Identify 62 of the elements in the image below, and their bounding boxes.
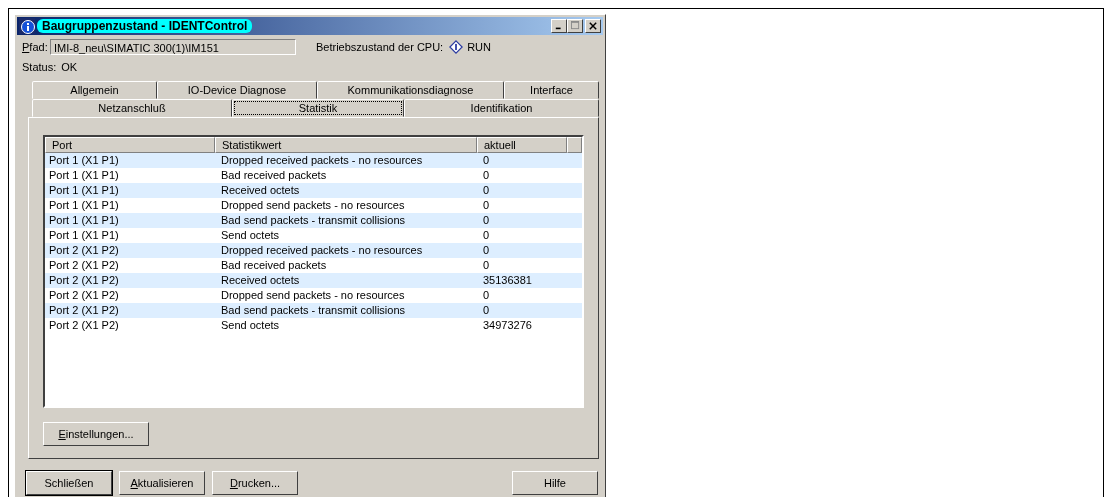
dialog-button[interactable]: Schließen xyxy=(26,471,112,495)
column-header[interactable]: aktuell xyxy=(477,136,567,153)
table-cell-text: 0 xyxy=(482,227,491,243)
tab[interactable]: Interface xyxy=(504,80,599,99)
tab[interactable]: Kommunikationsdiagnose xyxy=(317,80,504,99)
table-cell-text: Port 2 (X1 P2) xyxy=(48,302,120,318)
window-title: Baugruppenzustand - IDENTControl xyxy=(37,18,253,33)
table-cell-text: Port 1 (X1 P1) xyxy=(48,212,120,228)
table-cell-text: 0 xyxy=(482,182,491,198)
table-cell-text: Port 1 (X1 P1) xyxy=(48,167,120,183)
help-button[interactable]: Hilfe xyxy=(512,471,598,495)
table-cell-text: 0 xyxy=(482,197,491,213)
table-cell-text: Port 2 (X1 P2) xyxy=(48,317,120,333)
table-cell-text: Bad received packets xyxy=(220,167,328,183)
cpu-state-value: RUN xyxy=(467,41,491,54)
table-cell-text: Port 2 (X1 P2) xyxy=(48,272,120,288)
info-icon xyxy=(19,17,35,34)
table-cell-text: Bad send packets - transmit collisions xyxy=(220,212,407,228)
table-cell-text: Send octets xyxy=(220,227,281,243)
maximize-button[interactable] xyxy=(567,18,583,33)
column-header[interactable]: Port xyxy=(45,136,215,153)
close-button[interactable] xyxy=(585,18,601,33)
table-cell-text: 0 xyxy=(482,302,491,318)
table-cell-text: Received octets xyxy=(220,272,301,288)
dialog-button[interactable]: Drucken... xyxy=(212,471,298,495)
table-cell-text: Port 2 (X1 P2) xyxy=(48,242,120,258)
table-cell-text: 35136381 xyxy=(482,272,533,288)
table-cell-text: 0 xyxy=(482,242,491,258)
table-cell-text: Bad send packets - transmit collisions xyxy=(220,302,407,318)
run-state-icon xyxy=(449,40,464,55)
path-label: Pfad: xyxy=(22,41,49,54)
table-cell-text: Send octets xyxy=(220,317,281,333)
cpu-state-label: Betriebszustand der CPU: xyxy=(316,41,444,54)
table-cell-text: Port 2 (X1 P2) xyxy=(48,257,120,273)
table-cell-text: 0 xyxy=(482,287,491,303)
settings-button[interactable]: Einstellungen... xyxy=(43,421,149,446)
table-cell-text: Port 1 (X1 P1) xyxy=(48,182,120,198)
dialog-button[interactable]: Aktualisieren xyxy=(119,471,205,495)
table-cell-text: Received octets xyxy=(220,182,301,198)
table-cell-text: Port 1 (X1 P1) xyxy=(48,227,120,243)
table-cell-text: Port 1 (X1 P1) xyxy=(48,197,120,213)
table-cell-text: 0 xyxy=(482,257,491,273)
table-cell-text: Port 2 (X1 P2) xyxy=(48,287,120,303)
table-cell-text: Port 1 (X1 P1) xyxy=(48,152,120,168)
table-cell-text: 0 xyxy=(482,152,491,168)
table-cell-text: Dropped send packets - no resources xyxy=(220,197,406,213)
table-cell-text: Bad received packets xyxy=(220,257,328,273)
status-label: Status: xyxy=(22,61,57,75)
table-cell-text: 34973276 xyxy=(482,317,533,333)
close-icon xyxy=(589,21,597,30)
tab[interactable]: Allgemein xyxy=(32,80,157,99)
table-cell-text: Dropped received packets - no resources xyxy=(220,152,424,168)
maximize-icon xyxy=(570,21,580,31)
path-field[interactable]: IMI-8_neu\SIMATIC 300(1)\IM151 xyxy=(50,39,296,56)
table-cell-text: 0 xyxy=(482,167,491,183)
table-cell-text: Dropped send packets - no resources xyxy=(220,287,406,303)
tab[interactable]: IO-Device Diagnose xyxy=(157,80,317,99)
minimize-button[interactable] xyxy=(551,18,567,33)
table-cell-text: 0 xyxy=(482,212,491,228)
table-cell-text: Dropped received packets - no resources xyxy=(220,242,424,258)
column-header[interactable]: Statistikwert xyxy=(215,136,477,153)
status-value: OK xyxy=(61,61,78,75)
